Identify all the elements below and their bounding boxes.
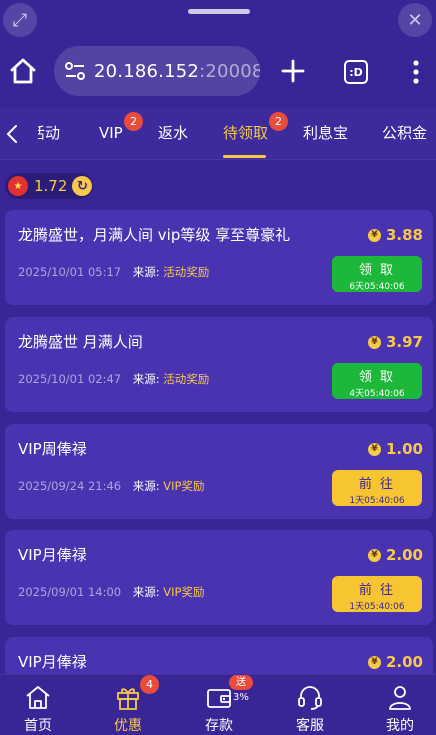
user-icon	[389, 686, 411, 710]
headset-icon	[298, 686, 322, 710]
nav-promotions[interactable]: 优惠 4	[98, 675, 159, 735]
card-title: VIP月俸禄	[18, 546, 87, 564]
wallet-icon	[207, 689, 231, 708]
refresh-icon[interactable]: ↻	[72, 176, 93, 196]
card-title: 龙腾盛世，月满人间 vip等级 享至尊豪礼	[18, 226, 291, 244]
balance-value: 1.72	[34, 177, 68, 195]
category-tab-bar: 活动 VIP 2 返水 待领取 2 利息宝 公积金	[0, 108, 436, 160]
card-meta: 2025/09/01 14:00 来源: VIP奖励	[18, 585, 205, 599]
card-meta: 2025/10/01 02:47 来源: 活动奖励	[18, 372, 210, 386]
reward-card: 龙腾盛世 月满人间 ¥ 3.97 2025/10/01 02:47 来源: 活动…	[5, 317, 433, 412]
card-title: VIP月俸禄	[18, 653, 87, 671]
coin-icon: ¥	[367, 655, 381, 669]
nav-profile[interactable]: 我的	[370, 675, 430, 735]
gift-icon	[117, 688, 139, 710]
tab-interest[interactable]: 利息宝	[303, 108, 348, 160]
card-title: 龙腾盛世 月满人间	[18, 333, 143, 351]
close-icon[interactable]: ✕	[398, 3, 432, 37]
claim-button[interactable]: 领 取 6天05:40:06	[332, 256, 422, 292]
reward-card: VIP月俸禄 ¥ 2.00	[5, 637, 433, 677]
cn-flag-icon: ★	[8, 176, 28, 196]
browser-chrome: ⤢ ✕ 20.186.152:20008 :D	[0, 0, 436, 108]
card-amount: ¥ 3.88	[367, 226, 423, 244]
new-tab-icon[interactable]	[280, 58, 306, 84]
claim-button[interactable]: 领 取 4天05:40:06	[332, 363, 422, 399]
nav-home[interactable]: 首页	[8, 675, 68, 735]
card-amount: ¥ 3.97	[367, 333, 423, 351]
site-settings-icon[interactable]	[62, 58, 88, 84]
address-bar[interactable]: 20.186.152:20008	[54, 46, 260, 96]
drag-handle[interactable]	[188, 9, 250, 14]
coin-icon: ¥	[367, 548, 381, 562]
home-icon	[26, 686, 50, 709]
tab-switcher-icon[interactable]: :D	[344, 60, 368, 84]
card-amount: ¥ 2.00	[367, 653, 423, 671]
card-meta: 2025/09/24 21:46 来源: VIP奖励	[18, 479, 205, 493]
balance-pill: ★ 1.72 ↻	[5, 173, 93, 199]
reward-card: VIP月俸禄 ¥ 2.00 2025/09/01 14:00 来源: VIP奖励…	[5, 530, 433, 625]
tab-pending[interactable]: 待领取	[223, 108, 268, 160]
active-tab-indicator	[223, 155, 266, 158]
nav-support[interactable]: 客服	[280, 675, 340, 735]
coin-icon: ¥	[367, 442, 381, 456]
tab-activity[interactable]: 活动	[38, 108, 68, 160]
tab-vip-badge: 2	[124, 112, 143, 131]
home-icon[interactable]	[8, 56, 38, 86]
bottom-nav: 首页 优惠 4 存款 送3% 客服 我的	[0, 674, 436, 735]
expand-icon[interactable]: ⤢	[3, 3, 37, 37]
tab-fund[interactable]: 公积金	[382, 108, 427, 160]
deposit-bonus-badge: 送3%	[229, 675, 253, 703]
nav-deposit[interactable]: 存款 送3%	[189, 675, 253, 735]
chevron-left-icon[interactable]	[5, 124, 19, 144]
more-menu-icon[interactable]	[408, 58, 424, 86]
tab-pending-badge: 2	[269, 112, 288, 131]
coin-icon: ¥	[367, 335, 381, 349]
card-amount: ¥ 2.00	[367, 546, 423, 564]
tab-vip[interactable]: VIP	[99, 108, 123, 160]
card-amount: ¥ 1.00	[367, 440, 423, 458]
coin-icon: ¥	[367, 228, 381, 242]
goto-button[interactable]: 前 往 1天05:40:06	[332, 470, 422, 506]
reward-card: 龙腾盛世，月满人间 vip等级 享至尊豪礼 ¥ 3.88 2025/10/01 …	[5, 210, 433, 305]
card-title: VIP周俸禄	[18, 440, 87, 458]
reward-card: VIP周俸禄 ¥ 1.00 2025/09/24 21:46 来源: VIP奖励…	[5, 424, 433, 519]
card-meta: 2025/10/01 05:17 来源: 活动奖励	[18, 265, 210, 279]
goto-button[interactable]: 前 往 1天05:40:06	[332, 576, 422, 612]
url-text: 20.186.152:20008	[94, 60, 260, 82]
promotions-badge: 4	[140, 675, 159, 694]
tab-rebate[interactable]: 返水	[158, 108, 188, 160]
